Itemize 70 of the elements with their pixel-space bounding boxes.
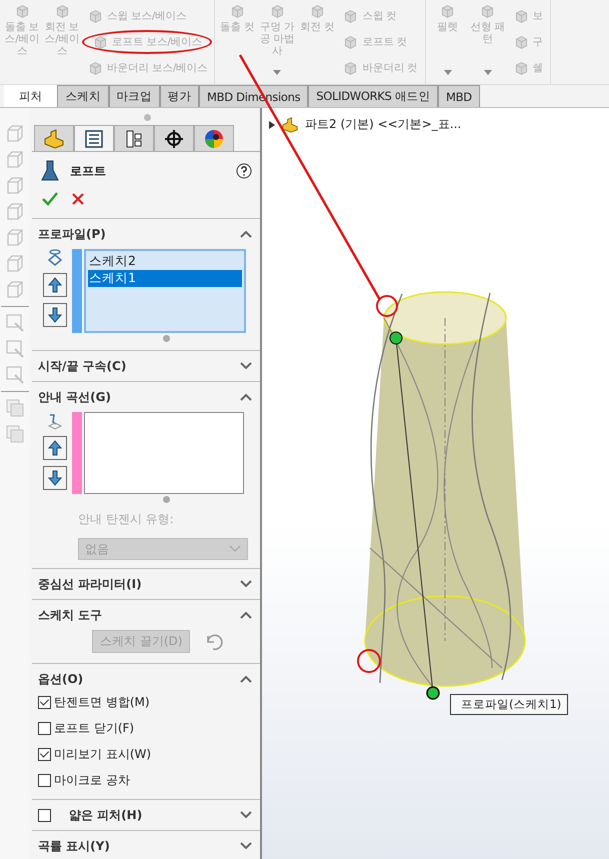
- chevron-down-icon: [229, 545, 241, 553]
- ok-checkmark-icon[interactable]: [42, 192, 58, 206]
- profile-icon: [47, 249, 63, 267]
- chevron-down-icon[interactable]: [240, 362, 252, 370]
- solid-shape-icon: [92, 34, 109, 50]
- tab[interactable]: 평가: [160, 85, 200, 107]
- resize-handle[interactable]: [163, 335, 170, 342]
- color-wheel-icon: [204, 128, 224, 148]
- section-title: 프로파일(P): [38, 226, 106, 242]
- section-title: 시작/끝 구속(C): [38, 358, 126, 374]
- solid-shape-icon: [87, 8, 104, 24]
- checkbox-label: 로프트 닫기(F): [54, 720, 134, 737]
- move-down-button[interactable]: [43, 466, 67, 490]
- checkbox-label: 미리보기 표시(W): [54, 746, 152, 763]
- solid-shape-icon: [87, 60, 104, 76]
- panel-tab[interactable]: [194, 125, 234, 151]
- expand-arrow-icon[interactable]: [269, 120, 275, 128]
- help-icon[interactable]: [236, 163, 252, 179]
- annotation-circle: [376, 295, 398, 317]
- selection-list[interactable]: 스케치2 스케치1: [84, 249, 246, 333]
- section-title: 옵션(O): [38, 670, 84, 688]
- chevron-up-icon[interactable]: [240, 611, 252, 619]
- checkbox[interactable]: [38, 696, 51, 709]
- chevron-up-icon[interactable]: [240, 230, 252, 238]
- tab[interactable]: 피처: [4, 85, 58, 107]
- part-icon: [281, 116, 299, 132]
- cancel-x-icon[interactable]: [72, 193, 84, 205]
- resize-handle[interactable]: [163, 496, 170, 503]
- tree-icon: [124, 128, 144, 148]
- move-down-button[interactable]: [43, 303, 67, 327]
- chevron-down-icon[interactable]: [240, 842, 252, 850]
- panel-tab[interactable]: [114, 125, 154, 151]
- chevron-up-icon[interactable]: [240, 675, 252, 683]
- checkbox[interactable]: [38, 808, 51, 822]
- checkbox[interactable]: [38, 722, 51, 735]
- chevron-up-icon[interactable]: [240, 393, 252, 401]
- section-title: 중심선 파라미터(I): [38, 576, 142, 592]
- tab[interactable]: 스케치: [57, 85, 109, 107]
- chevron-down-icon[interactable]: [240, 580, 252, 588]
- checkbox[interactable]: [38, 748, 51, 761]
- section-title: 스케치 도구: [38, 606, 102, 624]
- panel-tab[interactable]: [154, 125, 194, 151]
- tab[interactable]: 마크업: [108, 85, 160, 107]
- panel-grip-handle[interactable]: [144, 114, 151, 121]
- list-item[interactable]: 스케치2: [88, 253, 242, 270]
- chevron-down-icon[interactable]: [240, 811, 252, 819]
- loft-icon: [40, 160, 60, 182]
- crosshair-icon: [164, 128, 184, 148]
- tree-item[interactable]: 파트2 (기본) <<기본>_표...: [305, 116, 462, 133]
- panel-tab[interactable]: [74, 125, 114, 151]
- section-title: 안내 곡선(G): [38, 388, 111, 406]
- selection-list[interactable]: [84, 412, 244, 494]
- annotation-circle: [357, 649, 381, 673]
- tab[interactable]: SOLIDWORKS 애드인: [308, 85, 438, 107]
- section-title: 곡률 표시(Y): [38, 838, 110, 854]
- checkbox[interactable]: [38, 774, 51, 787]
- move-up-button[interactable]: [43, 436, 67, 460]
- checkbox-label: 탄젠트면 병합(M): [54, 694, 150, 711]
- checkbox-label: 마이크로 공차: [54, 772, 130, 789]
- guide-curve-icon: [47, 412, 63, 430]
- callout-label: 프로파일(스케치1): [450, 694, 568, 715]
- tab[interactable]: MBD: [438, 85, 480, 107]
- section-title: 얇은 피처(H): [69, 806, 142, 824]
- field-label: 안내 탄젠시 유형:: [78, 511, 175, 528]
- part-icon: [43, 128, 65, 148]
- move-up-button[interactable]: [43, 273, 67, 297]
- list-item[interactable]: 스케치1: [88, 270, 242, 287]
- undo-icon[interactable]: [204, 632, 224, 650]
- feature-title: 로프트: [70, 162, 106, 180]
- list-icon: [84, 128, 104, 148]
